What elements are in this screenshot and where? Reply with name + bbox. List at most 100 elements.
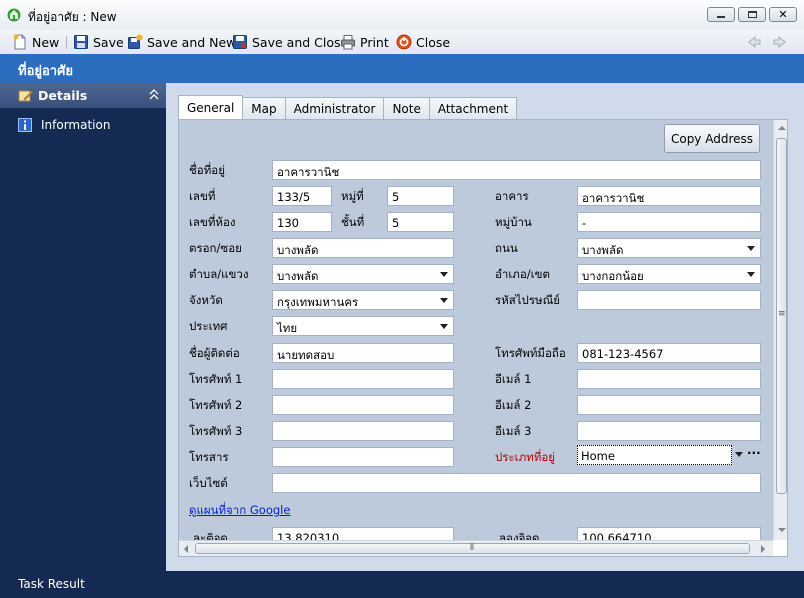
phone2-field[interactable] [272,395,454,415]
tab-general[interactable]: General [178,95,244,119]
toolbar: New Save Save and New Save and Close Pri… [0,30,804,54]
close-button[interactable]: Close [396,33,450,51]
house-no-field[interactable]: 133/5 [272,186,332,206]
tab-administrator[interactable]: Administrator [284,97,385,119]
tab-map[interactable]: Map [242,97,286,119]
email2-field[interactable] [577,395,761,415]
website-field[interactable] [272,473,761,493]
save-and-new-button[interactable]: Save and New [127,33,236,51]
sidebar: Details Information [0,83,166,571]
fax-label: โทรสาร [189,450,229,464]
tab-panel-general: Copy Address ชื่อที่อยู่ อาคารวานิช เลขท… [178,119,788,557]
floor-field[interactable]: 5 [387,212,454,232]
forward-arrow-icon[interactable] [772,34,788,50]
close-window-button[interactable]: ✕ [769,7,797,22]
minimize-icon [717,16,725,18]
close-label: Close [416,34,451,50]
grip-icon: ⦀ [470,543,474,553]
country-label: ประเทศ [189,319,228,333]
moo-field[interactable]: 5 [387,186,454,206]
main-content: General Map Administrator Note Attachmen… [166,83,804,571]
fax-field[interactable] [272,447,454,467]
email1-field[interactable] [577,369,761,389]
details-icon [18,90,34,101]
maximize-icon [747,11,757,18]
tab-note[interactable]: Note [383,97,430,119]
sidebar-item-label: Information [41,118,111,132]
scroll-right-icon[interactable] [761,545,765,553]
district-select[interactable]: บางกอกน้อย [577,264,761,284]
longitude-field[interactable]: 100.664710 [577,527,761,540]
sidebar-section-label: Details [38,88,88,103]
address-name-field[interactable]: อาคารวานิช [272,160,761,180]
website-label: เว็บไซต์ [189,476,228,490]
ellipsis-icon[interactable]: ··· [747,446,761,460]
save-disk-icon [74,35,88,49]
subdistrict-label: ตำบล/แขวง [189,267,249,281]
village-field[interactable]: - [577,212,761,232]
google-map-link[interactable]: ดูแผนที่จาก Google [189,502,290,520]
phone1-label: โทรศัพท์ 1 [189,372,243,386]
address-type-combo[interactable]: Home ··· [577,445,761,465]
maximize-button[interactable] [738,7,766,22]
phone3-field[interactable] [272,421,454,441]
toolbar-separator [66,36,67,49]
road-label: ถนน [495,241,518,255]
mobile-field[interactable]: 081-123-4567 [577,343,761,363]
phone3-label: โทรศัพท์ 3 [189,424,243,438]
floor-label: ชั้นที่ [341,215,365,229]
email3-field[interactable] [577,421,761,441]
save-button[interactable]: Save [73,33,124,51]
scroll-left-icon[interactable] [184,545,188,553]
dropdown-arrow-icon[interactable] [735,452,743,457]
vertical-scrollbar[interactable]: ≡ [773,120,787,540]
printer-icon [341,35,355,50]
room-no-label: เลขที่ห้อง [189,215,236,229]
subdistrict-select[interactable]: บางพลัด [272,264,454,284]
moo-label: หมู่ที่ [341,189,364,203]
scroll-up-icon[interactable] [778,126,786,130]
print-label: Print [360,34,389,50]
address-form: Copy Address ชื่อที่อยู่ อาคารวานิช เลขท… [179,120,773,540]
email2-label: อีเมล์ 2 [495,398,532,412]
task-result-bar[interactable]: Task Result [0,571,804,598]
horizontal-scrollbar[interactable]: ⦀ [179,540,773,556]
building-label: อาคาร [495,189,529,203]
copy-address-button[interactable]: Copy Address [664,124,760,153]
new-button[interactable]: New [12,33,59,51]
save-and-close-button[interactable]: Save and Close [232,33,348,51]
postcode-label: รหัสไปรษณีย์ [495,293,561,307]
house-no-label: เลขที่ [189,189,216,203]
new-label: New [32,34,60,50]
building-field[interactable]: อาคารวานิช [577,186,761,206]
phone1-field[interactable] [272,369,454,389]
info-icon [18,118,32,132]
scroll-down-icon[interactable] [778,528,786,532]
page-title: ที่อยู่อาศัย [0,54,804,83]
contact-field[interactable]: นายทดสอบ [272,343,454,363]
latitude-label: ละติจูด [193,531,228,540]
province-select[interactable]: กรุงเทพมหานคร [272,290,454,310]
room-no-field[interactable]: 130 [272,212,332,232]
soi-field[interactable]: บางพลัด [272,238,454,258]
email1-label: อีเมล์ 1 [495,372,532,386]
road-select[interactable]: บางพลัด [577,238,761,258]
grip-icon: ≡ [778,309,786,319]
sidebar-item-information[interactable]: Information [18,118,110,132]
save-label: Save [93,34,124,50]
tab-strip: General Map Administrator Note Attachmen… [178,95,518,119]
minimize-button[interactable] [707,7,735,22]
collapse-chevron-icon[interactable] [148,88,160,102]
print-button[interactable]: Print [340,33,389,51]
vertical-scroll-thumb[interactable]: ≡ [776,138,787,494]
country-select[interactable]: ไทย [272,316,454,336]
postcode-field[interactable] [577,290,761,310]
latitude-field[interactable]: 13.820310 [272,527,454,540]
new-document-icon [13,34,26,50]
horizontal-scroll-thumb[interactable]: ⦀ [195,543,750,554]
address-type-label: ประเภทที่อยู่ [495,450,555,464]
back-arrow-icon[interactable] [746,34,762,50]
sidebar-section-header[interactable]: Details [0,83,166,108]
tab-attachment[interactable]: Attachment [428,97,518,119]
address-type-value[interactable]: Home [577,445,732,465]
